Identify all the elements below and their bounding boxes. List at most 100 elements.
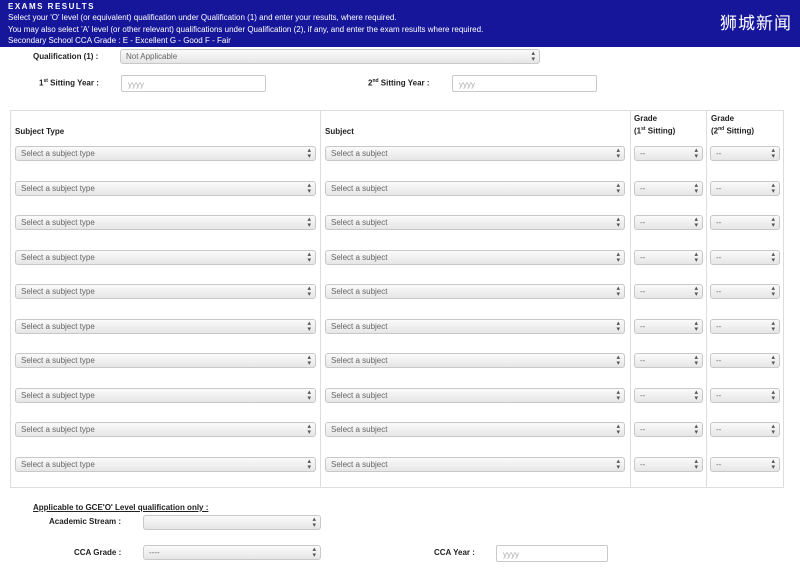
subject-select[interactable]: Select a subject ▴ ▾ [325,353,625,368]
subject-select[interactable]: Select a subject ▴ ▾ [325,250,625,265]
updown-arrow-icon: ▴ ▾ [616,423,620,436]
updown-arrow-icon: ▴ ▾ [771,251,775,264]
subject-type-select[interactable]: Select a subject type ▴ ▾ [15,422,316,437]
grade-second-sitting-select[interactable]: -- ▴ ▾ [710,422,780,437]
updown-arrow-icon: ▴ ▾ [616,216,620,229]
grade-first-sitting-select[interactable]: -- ▴ ▾ [634,284,703,299]
subject-type-select[interactable]: Select a subject type ▴ ▾ [15,250,316,265]
grade-first-sitting-select-value: -- [640,287,646,296]
subject-select-value: Select a subject [331,287,388,296]
grade-first-sitting-select[interactable]: -- ▴ ▾ [634,457,703,472]
column-divider [706,110,707,488]
grade-second-sitting-select[interactable]: -- ▴ ▾ [710,146,780,161]
subject-select-value: Select a subject [331,218,388,227]
subject-select[interactable]: Select a subject ▴ ▾ [325,457,625,472]
grade-second-sitting-select-value: -- [716,253,722,262]
subject-select[interactable]: Select a subject ▴ ▾ [325,388,625,403]
instruction-line-3: Secondary School CCA Grade : E - Excelle… [8,36,231,45]
updown-arrow-icon: ▴ ▾ [307,389,311,402]
cca-grade-select[interactable]: ---- ▴ ▾ [143,545,321,560]
subject-select[interactable]: Select a subject ▴ ▾ [325,319,625,334]
updown-arrow-icon: ▴ ▾ [307,285,311,298]
grade-first-sitting-select[interactable]: -- ▴ ▾ [634,250,703,265]
grade-first-sitting-select[interactable]: -- ▴ ▾ [634,181,703,196]
column-divider [630,110,631,488]
updown-arrow-icon: ▴ ▾ [307,251,311,264]
updown-arrow-icon: ▴ ▾ [312,546,316,559]
qualification-value: Not Applicable [126,52,178,61]
grade-first-sitting-select[interactable]: -- ▴ ▾ [634,422,703,437]
subject-type-select[interactable]: Select a subject type ▴ ▾ [15,181,316,196]
updown-arrow-icon: ▴ ▾ [694,320,698,333]
subject-type-select-value: Select a subject type [21,460,95,469]
grade-first-sitting-select-value: -- [640,149,646,158]
academic-stream-select[interactable]: ▴ ▾ [143,515,321,530]
header-grade-first-sitting: Grade (1st Sitting) [634,114,676,136]
grade-first-sitting-select[interactable]: -- ▴ ▾ [634,319,703,334]
grade-second-sitting-select[interactable]: -- ▴ ▾ [710,319,780,334]
updown-arrow-icon: ▴ ▾ [771,285,775,298]
updown-arrow-icon: ▴ ▾ [694,423,698,436]
subject-type-select[interactable]: Select a subject type ▴ ▾ [15,284,316,299]
grade-first-sitting-select-value: -- [640,253,646,262]
grade-second-sitting-select-value: -- [716,287,722,296]
qualification-select[interactable]: Not Applicable ▴ ▾ [120,49,540,64]
grade-second-sitting-select[interactable]: -- ▴ ▾ [710,250,780,265]
subject-select[interactable]: Select a subject ▴ ▾ [325,146,625,161]
updown-arrow-icon: ▴ ▾ [307,354,311,367]
cca-year-input[interactable]: yyyy [496,545,608,562]
updown-arrow-icon: ▴ ▾ [307,216,311,229]
grade-second-sitting-select[interactable]: -- ▴ ▾ [710,284,780,299]
instruction-line-2: You may also select 'A' level (or other … [8,24,484,34]
updown-arrow-icon: ▴ ▾ [616,389,620,402]
subject-select-value: Select a subject [331,425,388,434]
subject-select-value: Select a subject [331,460,388,469]
updown-arrow-icon: ▴ ▾ [307,147,311,160]
updown-arrow-icon: ▴ ▾ [616,182,620,195]
updown-arrow-icon: ▴ ▾ [694,354,698,367]
updown-arrow-icon: ▴ ▾ [307,320,311,333]
grade-second-sitting-select-value: -- [716,460,722,469]
updown-arrow-icon: ▴ ▾ [312,516,316,529]
subject-type-select[interactable]: Select a subject type ▴ ▾ [15,353,316,368]
subject-type-select[interactable]: Select a subject type ▴ ▾ [15,457,316,472]
first-sitting-year-input[interactable]: yyyy [121,75,266,92]
column-divider [320,110,321,488]
exam-results-banner: EXAMS RESULTS Select your 'O' level (or … [0,0,800,47]
subject-type-select[interactable]: Select a subject type ▴ ▾ [15,146,316,161]
grade-first-sitting-select[interactable]: -- ▴ ▾ [634,353,703,368]
grade-first-sitting-select[interactable]: -- ▴ ▾ [634,388,703,403]
subject-select-value: Select a subject [331,253,388,262]
cca-year-label: CCA Year : [434,548,475,557]
subject-type-select-value: Select a subject type [21,218,95,227]
second-sitting-year-input[interactable]: yyyy [452,75,597,92]
subject-select[interactable]: Select a subject ▴ ▾ [325,422,625,437]
cca-grade-value: ---- [149,548,160,557]
grade-first-sitting-select[interactable]: -- ▴ ▾ [634,146,703,161]
subject-type-select-value: Select a subject type [21,149,95,158]
grade-second-sitting-select-value: -- [716,425,722,434]
watermark-text: 狮城新闻 [720,14,792,34]
grade-second-sitting-select[interactable]: -- ▴ ▾ [710,181,780,196]
subject-select-value: Select a subject [331,184,388,193]
subject-select[interactable]: Select a subject ▴ ▾ [325,215,625,230]
grade-first-sitting-select[interactable]: -- ▴ ▾ [634,215,703,230]
subject-type-select-value: Select a subject type [21,184,95,193]
updown-arrow-icon: ▴ ▾ [694,216,698,229]
header-subject: Subject [325,127,354,136]
subject-type-select[interactable]: Select a subject type ▴ ▾ [15,215,316,230]
grade-second-sitting-select[interactable]: -- ▴ ▾ [710,215,780,230]
grade-second-sitting-select[interactable]: -- ▴ ▾ [710,457,780,472]
subject-select-value: Select a subject [331,391,388,400]
grade-second-sitting-select[interactable]: -- ▴ ▾ [710,388,780,403]
subject-type-select[interactable]: Select a subject type ▴ ▾ [15,319,316,334]
subject-type-select[interactable]: Select a subject type ▴ ▾ [15,388,316,403]
grade-first-sitting-select-value: -- [640,356,646,365]
grade-second-sitting-select[interactable]: -- ▴ ▾ [710,353,780,368]
subject-select[interactable]: Select a subject ▴ ▾ [325,284,625,299]
subject-select[interactable]: Select a subject ▴ ▾ [325,181,625,196]
qualification-label: Qualification (1) : [33,52,99,61]
grade-second-sitting-select-value: -- [716,218,722,227]
second-sitting-year-label: 2nd Sitting Year : [368,78,430,88]
grade-first-sitting-select-value: -- [640,460,646,469]
